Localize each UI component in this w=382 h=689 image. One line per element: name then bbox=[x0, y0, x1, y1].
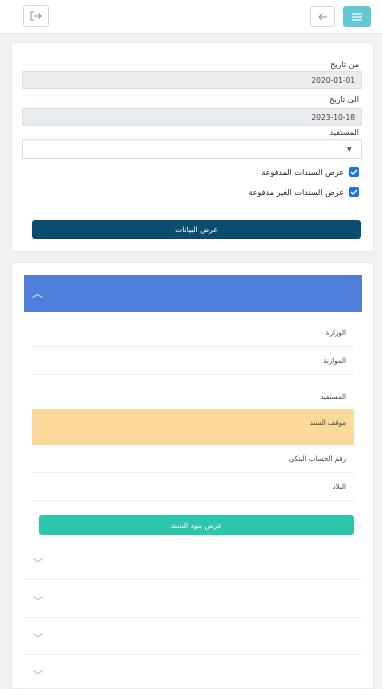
records-card: ︿ الوزارة الموازنة المستفيد موقف السند ر… bbox=[11, 262, 374, 689]
detail-row-status: موقف السند bbox=[32, 409, 354, 445]
show-items-button[interactable]: عرض بنود السند bbox=[39, 515, 354, 535]
chevron-up-icon: ︿ bbox=[32, 287, 43, 300]
beneficiary-select[interactable]: ▼ bbox=[22, 139, 362, 159]
accordion-item-collapsed[interactable]: ﹀ bbox=[24, 658, 362, 689]
check-icon bbox=[350, 189, 358, 195]
accordion-item-collapsed[interactable]: ﹀ bbox=[24, 584, 362, 618]
detail-label: رقم الحساب البنكي bbox=[288, 455, 346, 463]
paid-checkbox-row[interactable]: عرض السندات المدفوعة bbox=[261, 166, 359, 178]
detail-row-ministry: الوزارة bbox=[32, 321, 354, 347]
filter-card: من تاريخ 2020-01-01 الى تاريخ 2023-10-18… bbox=[11, 42, 374, 252]
unpaid-checkbox[interactable] bbox=[349, 187, 359, 197]
to-date-field[interactable]: 2023-10-18 bbox=[22, 108, 362, 126]
exit-button[interactable] bbox=[23, 5, 49, 27]
unpaid-checkbox-label: عرض السندات الغير مدفوعة bbox=[248, 187, 344, 197]
detail-label: البلاد bbox=[332, 483, 346, 491]
sign-out-icon bbox=[30, 11, 42, 21]
detail-label: الموازنة bbox=[323, 357, 346, 365]
back-button[interactable] bbox=[310, 6, 335, 27]
check-icon bbox=[350, 169, 358, 175]
menu-icon bbox=[352, 12, 362, 21]
top-bar bbox=[0, 0, 382, 34]
from-date-label: من تاريخ bbox=[330, 60, 359, 69]
detail-label: الوزارة bbox=[325, 329, 346, 337]
beneficiary-label: المستفيد bbox=[329, 128, 360, 137]
detail-row-budget: الموازنة bbox=[32, 349, 354, 375]
from-date-field[interactable]: 2020-01-01 bbox=[22, 71, 362, 89]
paid-checkbox[interactable] bbox=[349, 167, 359, 177]
detail-label: موقف السند bbox=[309, 419, 346, 427]
chevron-down-icon: ﹀ bbox=[33, 671, 43, 682]
chevron-down-icon: ﹀ bbox=[33, 597, 43, 608]
accordion-header-expanded[interactable]: ︿ bbox=[24, 275, 362, 312]
detail-row-country: البلاد bbox=[32, 475, 354, 501]
detail-row-beneficiary: المستفيد bbox=[32, 385, 354, 411]
detail-label: المستفيد bbox=[320, 393, 346, 401]
accordion-item-collapsed[interactable]: ﹀ bbox=[24, 621, 362, 655]
arrow-left-icon bbox=[317, 13, 327, 20]
chevron-down-icon: ▼ bbox=[347, 146, 352, 153]
unpaid-checkbox-row[interactable]: عرض السندات الغير مدفوعة bbox=[248, 186, 359, 198]
to-date-label: الى تاريخ bbox=[329, 95, 359, 104]
show-data-button[interactable]: عرض البيانات bbox=[32, 220, 361, 239]
menu-button[interactable] bbox=[343, 6, 371, 27]
paid-checkbox-label: عرض السندات المدفوعة bbox=[261, 167, 344, 177]
detail-row-bank-account: رقم الحساب البنكي bbox=[32, 447, 354, 473]
accordion-item-collapsed[interactable]: ﹀ bbox=[24, 546, 362, 580]
chevron-down-icon: ﹀ bbox=[33, 559, 43, 570]
chevron-down-icon: ﹀ bbox=[33, 634, 43, 645]
